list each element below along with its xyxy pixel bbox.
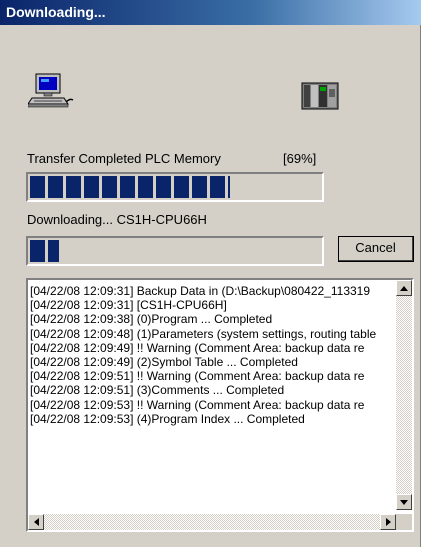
log-line: [04/22/08 12:09:38] (0)Program ... Compl… (30, 312, 273, 327)
log-line: [04/22/08 12:09:51] (3)Comments ... Comp… (30, 383, 285, 398)
vertical-scrollbar[interactable] (396, 280, 412, 510)
scroll-down-icon[interactable] (396, 494, 412, 510)
scrollbar-corner (396, 514, 412, 530)
scroll-up-icon[interactable] (396, 280, 412, 296)
log-line: [04/22/08 12:09:53] (4)Program Index ...… (30, 411, 305, 426)
download-progress-fill (30, 240, 59, 262)
cancel-button[interactable]: Cancel (338, 236, 414, 262)
log-line: [04/22/08 12:09:31] Backup Data in (D:\B… (30, 284, 371, 298)
log-lines: [04/22/08 12:09:31] Backup Data in (D:\B… (30, 284, 380, 426)
log-line: [04/22/08 12:09:31] [CS1H-CPU66H] (30, 298, 227, 313)
log-line: [04/22/08 12:09:49] (2)Symbol Table ... … (30, 355, 298, 370)
computer-icon (27, 72, 74, 110)
scroll-right-icon[interactable] (380, 514, 396, 530)
log-line: [04/22/08 12:09:53] !! Warning (Comment … (30, 397, 365, 412)
scroll-left-icon[interactable] (28, 514, 44, 530)
plc-icon (301, 81, 339, 111)
transfer-progress-fill (30, 176, 230, 198)
transfer-percent-label: [69%] (283, 151, 317, 166)
horizontal-scrollbar[interactable] (28, 514, 396, 530)
log-line: [04/22/08 12:09:49] !! Warning (Comment … (30, 340, 365, 355)
log-listbox[interactable]: [04/22/08 12:09:31] Backup Data in (D:\B… (26, 278, 414, 532)
title-bar: Downloading... (0, 0, 421, 25)
transfer-status-label: Transfer Completed PLC Memory (27, 151, 221, 166)
log-line: [04/22/08 12:09:48] (1)Parameters (syste… (30, 326, 377, 341)
transfer-progress-bar (26, 172, 324, 202)
log-line: [04/22/08 12:09:51] !! Warning (Comment … (30, 369, 365, 384)
download-dialog: Downloading... Transfer Completed PLC Me… (0, 0, 421, 547)
downloading-label: Downloading... CS1H-CPU66H (27, 212, 207, 227)
download-progress-bar (26, 236, 324, 266)
